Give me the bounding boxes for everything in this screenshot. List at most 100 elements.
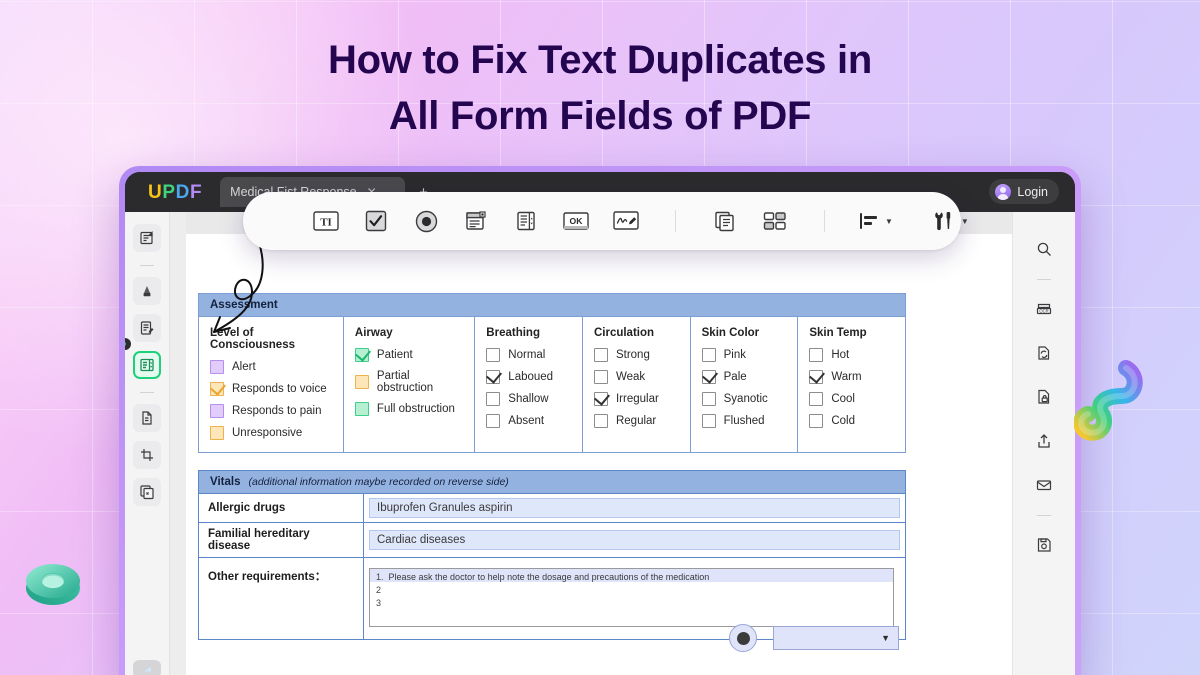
chevron-down-icon: ▼: [881, 633, 890, 643]
checkbox-patient[interactable]: [354, 345, 371, 362]
dropdown-tool[interactable]: [461, 208, 491, 234]
document-viewport[interactable]: Assessment Level of Consciousness Alert: [186, 212, 1075, 675]
assessment-column-consciousness: Level of Consciousness Alert Responds to…: [199, 317, 344, 452]
checkbox-row[interactable]: Cold: [809, 414, 894, 428]
email-icon[interactable]: [1029, 470, 1059, 500]
checkbox-cold[interactable]: [809, 414, 824, 428]
vitals-note: (additional information maybe recorded o…: [248, 476, 509, 488]
checkbox-syanotic[interactable]: [701, 392, 716, 406]
sidebar-item-convert[interactable]: [133, 404, 161, 432]
checkbox-row[interactable]: Responds to voice: [209, 379, 332, 396]
checkbox-row[interactable]: Pink: [701, 348, 787, 362]
checkbox-cool[interactable]: [809, 392, 824, 406]
assessment-column-airway: Airway Patient Partial obstruction Full …: [344, 317, 476, 452]
checkbox-responds-to-pain[interactable]: [210, 404, 224, 418]
other-requirements-textarea[interactable]: 1. Please ask the doctor to help note th…: [369, 568, 894, 627]
sidebar-item-ocr[interactable]: [133, 478, 161, 506]
sidebar-item-comment[interactable]: [133, 277, 161, 305]
save-icon[interactable]: [1029, 530, 1059, 560]
checkbox-row[interactable]: Weak: [593, 370, 679, 384]
checkbox-row[interactable]: Strong: [593, 348, 679, 362]
checkbox-row[interactable]: Alert: [210, 360, 332, 374]
checkbox-laboued[interactable]: [486, 367, 503, 384]
radio-button-tool[interactable]: [411, 208, 441, 234]
login-button[interactable]: Login: [989, 179, 1059, 204]
tab-order-tool[interactable]: [760, 208, 790, 234]
checkbox-row[interactable]: Cool: [809, 392, 894, 406]
share-upload-icon[interactable]: [1029, 426, 1059, 456]
checkbox-shallow[interactable]: [486, 392, 501, 406]
sidebar-item-organize-pages[interactable]: [133, 441, 161, 469]
checkbox-hot[interactable]: [809, 348, 824, 362]
row-field[interactable]: Cardiac diseases: [364, 523, 905, 557]
svg-text:OCR: OCR: [1039, 309, 1048, 314]
checkbox-row[interactable]: Flushed: [701, 414, 787, 428]
search-icon[interactable]: [1029, 234, 1059, 264]
checkbox-responds-to-voice[interactable]: [209, 379, 227, 396]
headline-line-2: All Form Fields of PDF: [388, 94, 812, 138]
checkbox-flushed[interactable]: [701, 414, 716, 428]
logo-letter-p: P: [162, 181, 176, 203]
checkbox-unresponsive[interactable]: [210, 426, 224, 440]
checkbox-row[interactable]: Full obstruction: [354, 402, 463, 416]
checkbox-row[interactable]: Patient: [354, 345, 463, 362]
checkbox-row[interactable]: Shallow: [486, 392, 571, 406]
checkbox-row[interactable]: Laboued: [486, 367, 571, 384]
sidebar-item-edit-pdf[interactable]: [133, 314, 161, 342]
checkbox-label: Unresponsive: [232, 427, 303, 439]
text-field-tool[interactable]: TI: [311, 208, 341, 234]
column-title: Skin Temp: [809, 327, 867, 339]
checkbox-normal[interactable]: [486, 348, 501, 362]
right-toolbar: OCR: [1012, 212, 1075, 675]
hereditary-disease-input[interactable]: Cardiac diseases: [369, 530, 900, 550]
checkbox-pink[interactable]: [701, 348, 716, 362]
assessment-column-skin-color: Skin Color Pink Pale Syanotic Flushed: [691, 317, 799, 452]
sidebar-toggle-button[interactable]: [133, 660, 161, 675]
column-title: Skin Color: [701, 327, 760, 339]
checkbox-row[interactable]: Absent: [486, 414, 571, 428]
allergic-drugs-input[interactable]: Ibuprofen Granules aspirin: [369, 498, 900, 518]
checkbox-alert[interactable]: [210, 360, 224, 374]
checkbox-warm[interactable]: [809, 367, 826, 384]
checkbox-tool[interactable]: [361, 208, 391, 234]
checkbox-pale[interactable]: [701, 367, 718, 384]
copy-pages-tool[interactable]: [710, 208, 740, 234]
checkbox-row[interactable]: Partial obstruction: [354, 370, 463, 394]
checkbox-row[interactable]: Hot: [809, 348, 894, 362]
column-title: Breathing: [486, 327, 540, 339]
checkbox-row[interactable]: Unresponsive: [210, 426, 332, 440]
convert-refresh-icon[interactable]: [1029, 338, 1059, 368]
list-box-tool[interactable]: [511, 208, 541, 234]
ocr-badge-icon[interactable]: OCR: [1029, 294, 1059, 324]
checkbox-row[interactable]: Syanotic: [701, 392, 787, 406]
checkbox-row[interactable]: Warm: [809, 367, 894, 384]
checkbox-weak[interactable]: [593, 370, 608, 384]
push-button-tool[interactable]: OK: [561, 208, 591, 234]
radio-button-field[interactable]: [729, 624, 757, 652]
checkbox-regular[interactable]: [593, 414, 608, 428]
checkbox-row[interactable]: Regular: [593, 414, 679, 428]
row-field[interactable]: Ibuprofen Granules aspirin: [364, 494, 905, 522]
panel-collapse-marker[interactable]: [125, 338, 131, 350]
checkbox-label: Regular: [615, 415, 657, 427]
form-settings-tool[interactable]: ▼: [931, 210, 969, 232]
checkbox-absent[interactable]: [486, 414, 501, 428]
updf-logo: U P D F: [148, 183, 202, 202]
row-label: Allergic drugs: [199, 494, 364, 522]
checkbox-full-obstruction[interactable]: [354, 402, 369, 416]
checkbox-row[interactable]: Pale: [701, 367, 787, 384]
signature-field-tool[interactable]: [611, 208, 641, 234]
row-label: Other requirements：: [199, 558, 364, 639]
protect-lock-icon[interactable]: [1029, 382, 1059, 412]
checkbox-row[interactable]: Normal: [486, 348, 571, 362]
checkbox-row[interactable]: Irregular: [593, 389, 679, 406]
column-title: Circulation: [593, 327, 655, 339]
checkbox-row[interactable]: Responds to pain: [210, 404, 332, 418]
checkbox-partial-obstruction[interactable]: [354, 375, 369, 389]
sidebar-item-reader[interactable]: [133, 224, 161, 252]
sidebar-item-prepare-form[interactable]: [133, 351, 161, 379]
dropdown-field[interactable]: ▼: [773, 626, 899, 650]
align-tool[interactable]: ▼: [859, 212, 893, 230]
checkbox-irregular[interactable]: [593, 389, 610, 406]
checkbox-strong[interactable]: [593, 348, 608, 362]
